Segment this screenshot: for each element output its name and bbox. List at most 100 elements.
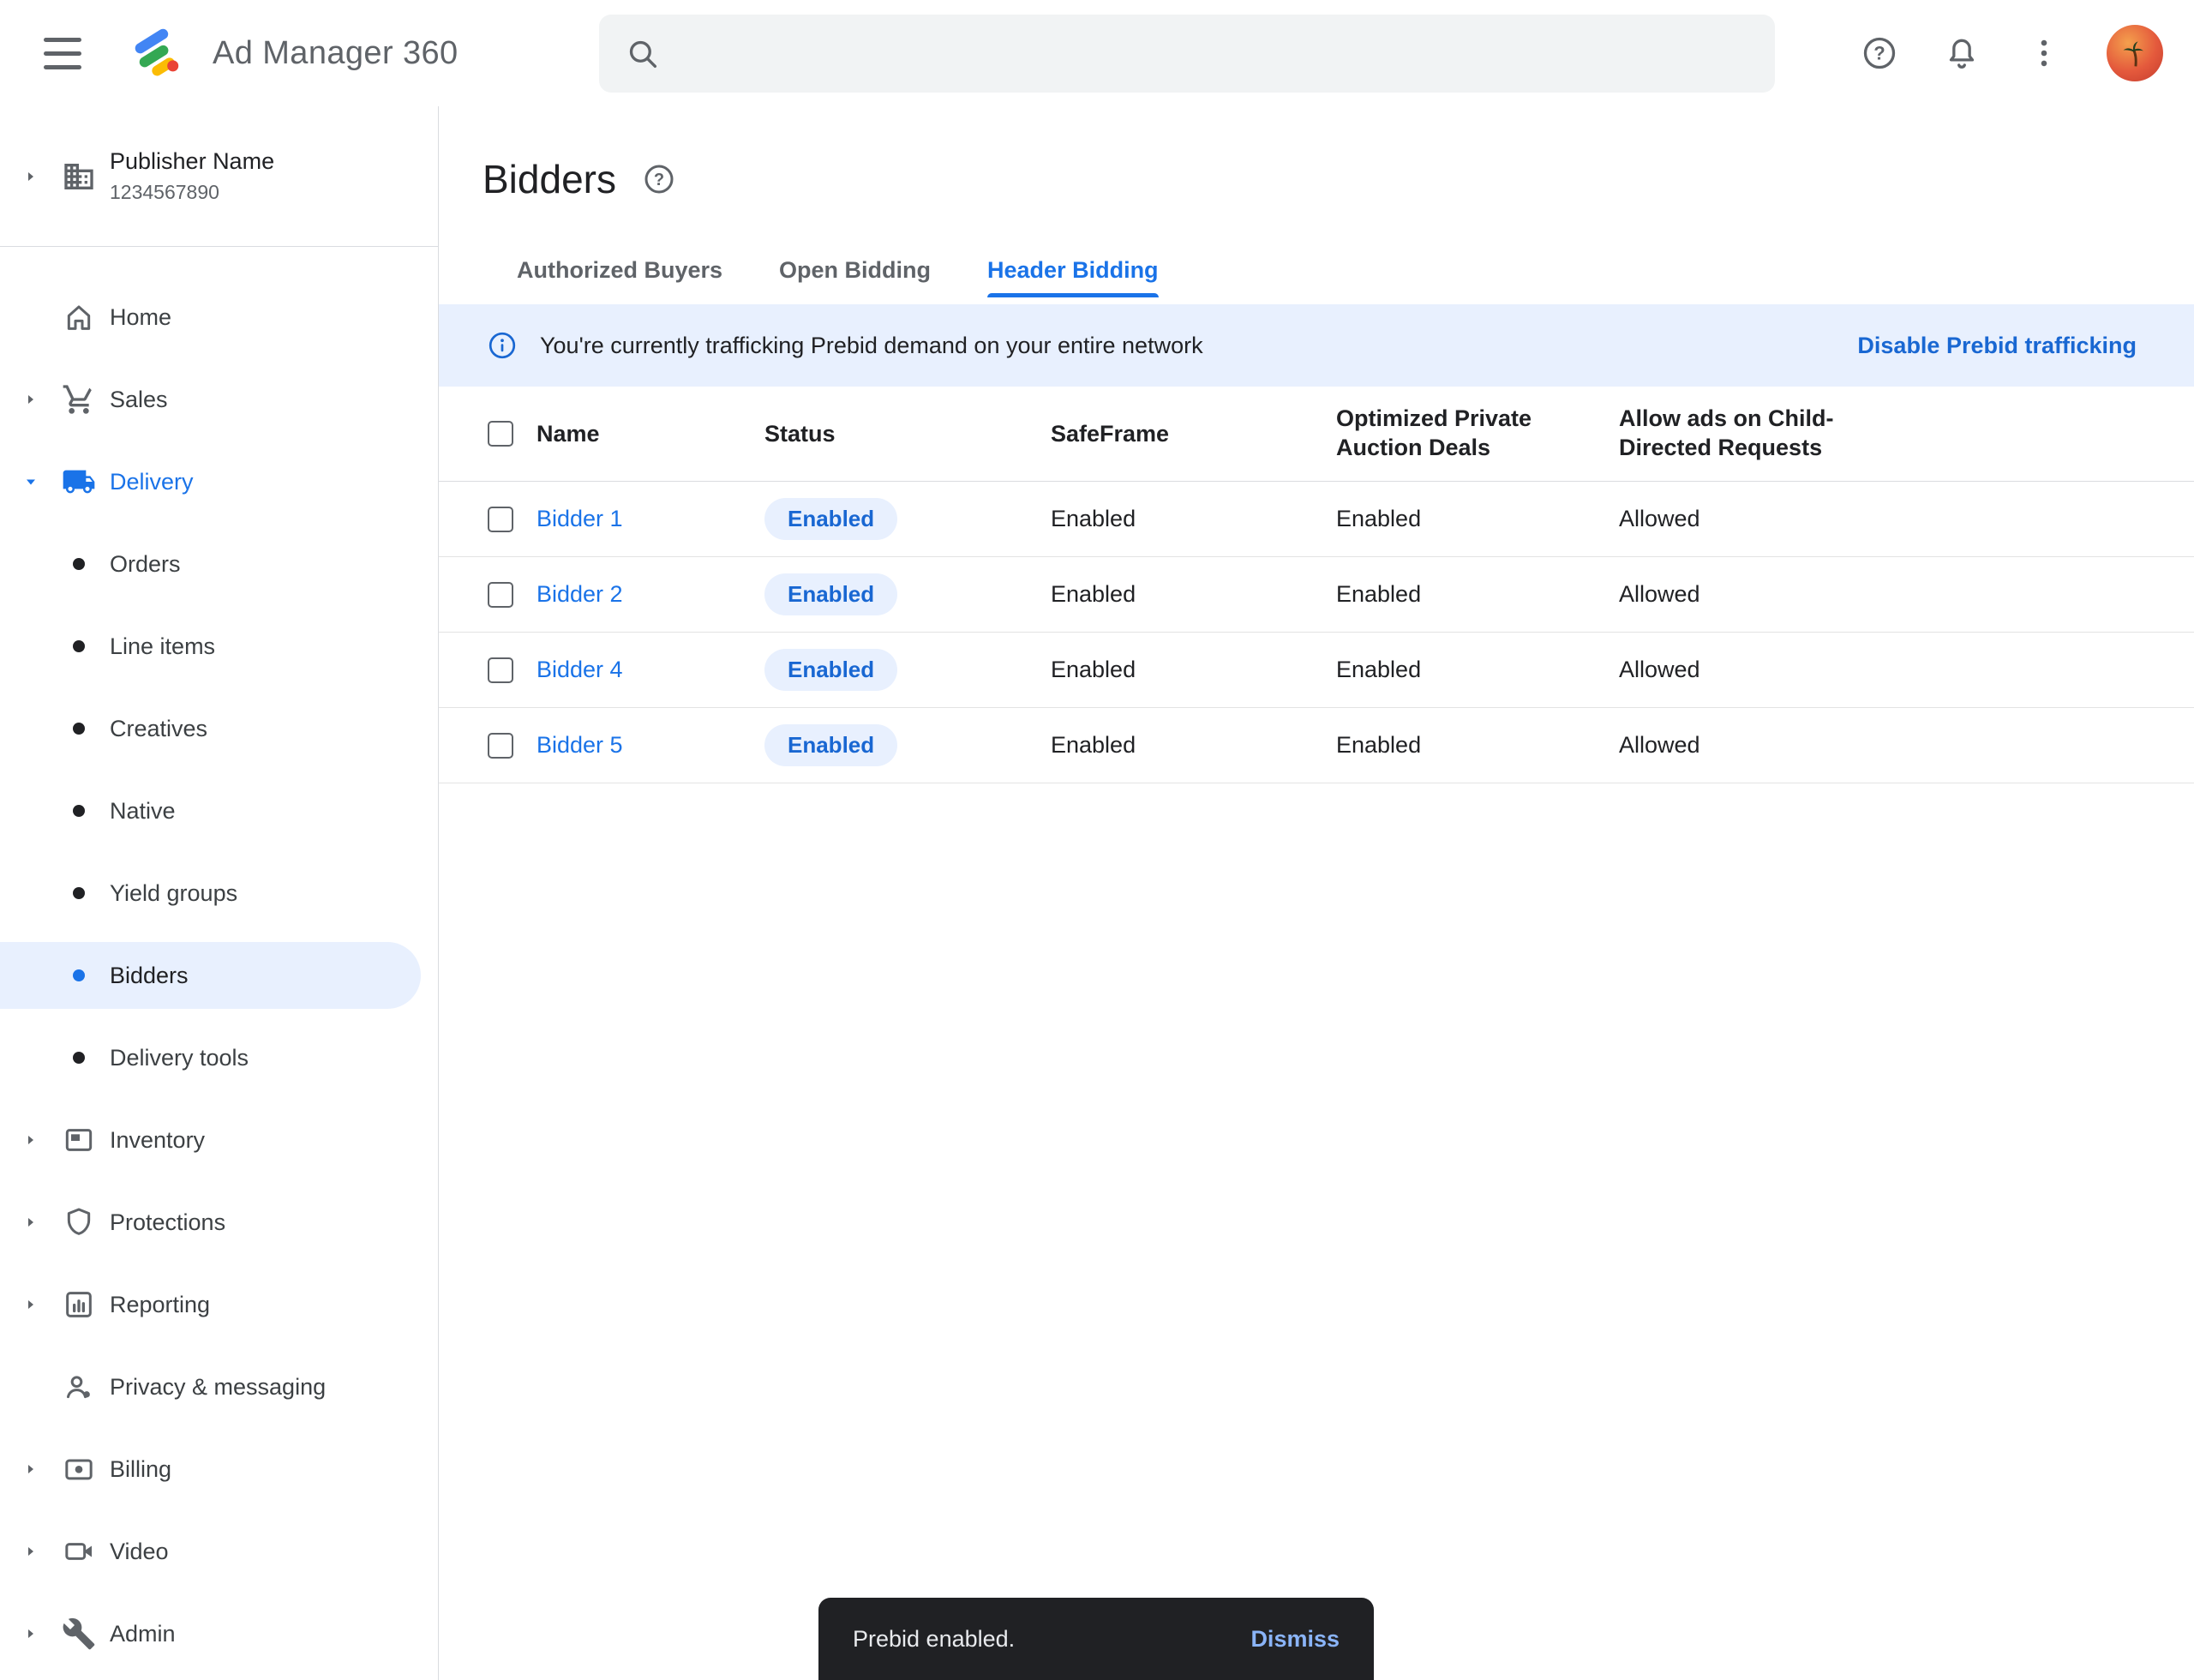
sidebar-item-sales[interactable]: Sales (0, 358, 438, 441)
column-header-child-directed: Allow ads on Child-Directed Requests (1619, 405, 1840, 463)
chevron-down-icon (21, 471, 41, 492)
disable-prebid-link[interactable]: Disable Prebid trafficking (1857, 333, 2137, 359)
sidebar-item-privacy-messaging[interactable]: Privacy & messaging (0, 1346, 438, 1428)
row-checkbox[interactable] (488, 657, 513, 683)
safeframe-value: Enabled (1051, 506, 1336, 532)
sidebar-item-home[interactable]: Home (0, 276, 438, 358)
table-row: Bidder 4 Enabled Enabled Enabled Allowed (439, 633, 2194, 708)
help-icon: ? (642, 162, 676, 196)
chevron-right-icon (21, 1541, 41, 1562)
snackbar: Prebid enabled. Dismiss (818, 1598, 1374, 1680)
table-row: Bidder 5 Enabled Enabled Enabled Allowed (439, 708, 2194, 783)
column-header-status: Status (764, 421, 1051, 447)
bidder-link[interactable]: Bidder 2 (537, 581, 623, 607)
building-icon (62, 159, 96, 194)
cart-icon (62, 382, 96, 417)
sidebar-item-billing[interactable]: Billing (0, 1428, 438, 1510)
child-directed-value: Allowed (1619, 506, 2194, 532)
safeframe-value: Enabled (1051, 657, 1336, 683)
sidebar-item-protections[interactable]: Protections (0, 1181, 438, 1263)
sidebar-item-line-items[interactable]: Line items (0, 605, 438, 687)
bullet-icon (73, 640, 85, 652)
child-directed-value: Allowed (1619, 581, 2194, 608)
publisher-name: Publisher Name (110, 148, 274, 175)
page-title: Bidders (483, 156, 616, 202)
sidebar-item-orders[interactable]: Orders (0, 523, 438, 605)
sidebar: Publisher Name 1234567890 Home Sales (0, 106, 439, 1680)
wrench-icon (62, 1617, 96, 1651)
sidebar-item-inventory[interactable]: Inventory (0, 1099, 438, 1181)
search-bar (599, 15, 1775, 93)
chevron-right-icon (21, 166, 41, 187)
home-icon (62, 300, 96, 334)
bullet-icon (73, 805, 85, 817)
bullet-icon (73, 887, 85, 899)
notifications-button[interactable] (1942, 33, 1981, 73)
bidder-link[interactable]: Bidder 5 (537, 732, 623, 758)
sidebar-item-admin[interactable]: Admin (0, 1593, 438, 1675)
row-checkbox[interactable] (488, 582, 513, 608)
chevron-right-icon (21, 1212, 41, 1233)
bidder-link[interactable]: Bidder 4 (537, 657, 623, 682)
table-header-row: Name Status SafeFrame Optimized Private … (439, 387, 2194, 482)
help-button[interactable]: ? (1860, 33, 1899, 73)
table-row: Bidder 1 Enabled Enabled Enabled Allowed (439, 482, 2194, 557)
app-title: Ad Manager 360 (213, 35, 459, 72)
opad-value: Enabled (1336, 657, 1619, 683)
inventory-icon (62, 1123, 96, 1157)
dismiss-button[interactable]: Dismiss (1250, 1626, 1340, 1653)
sidebar-item-delivery-tools[interactable]: Delivery tools (0, 1017, 438, 1099)
sidebar-item-video[interactable]: Video (0, 1510, 438, 1593)
more-options-button[interactable] (2024, 33, 2064, 73)
banner-message: You're currently trafficking Prebid dema… (540, 333, 1203, 359)
search-icon (625, 36, 661, 72)
tab-authorized-buyers[interactable]: Authorized Buyers (517, 257, 722, 297)
bullet-icon (73, 558, 85, 570)
chevron-right-icon (21, 1130, 41, 1150)
main-content: Bidders ? Authorized Buyers Open Bidding… (439, 106, 2194, 1680)
billing-icon (62, 1452, 96, 1486)
status-badge: Enabled (764, 498, 897, 540)
tab-header-bidding[interactable]: Header Bidding (987, 257, 1159, 297)
info-icon (487, 330, 518, 361)
page-help-button[interactable]: ? (642, 162, 676, 196)
hamburger-icon (44, 51, 81, 56)
chevron-right-icon (21, 1294, 41, 1315)
sidebar-item-yield-groups[interactable]: Yield groups (0, 852, 438, 934)
sidebar-item-bidders[interactable]: Bidders (0, 942, 421, 1009)
select-all-checkbox[interactable] (488, 421, 513, 447)
app-header: Ad Manager 360 ? (0, 0, 2194, 106)
ad-manager-logo-icon (129, 24, 187, 82)
bell-icon (1943, 34, 1981, 72)
person-icon (62, 1370, 96, 1404)
sidebar-menu: Home Sales Delivery Orders (0, 247, 438, 1675)
account-avatar[interactable] (2107, 25, 2163, 81)
column-header-name: Name (537, 421, 764, 447)
sidebar-item-reporting[interactable]: Reporting (0, 1263, 438, 1346)
column-header-opad: Optimized Private Auction Deals (1336, 405, 1557, 463)
svg-text:?: ? (1873, 43, 1885, 64)
svg-text:?: ? (654, 171, 664, 189)
sidebar-item-native[interactable]: Native (0, 770, 438, 852)
opad-value: Enabled (1336, 581, 1619, 608)
bidder-link[interactable]: Bidder 1 (537, 506, 623, 531)
snackbar-message: Prebid enabled. (853, 1626, 1015, 1653)
sidebar-item-delivery[interactable]: Delivery (0, 441, 438, 523)
hamburger-icon (44, 38, 81, 42)
child-directed-value: Allowed (1619, 732, 2194, 759)
hamburger-icon (44, 65, 81, 69)
opad-value: Enabled (1336, 732, 1619, 759)
status-badge: Enabled (764, 649, 897, 691)
row-checkbox[interactable] (488, 733, 513, 759)
publisher-selector[interactable]: Publisher Name 1234567890 (0, 106, 438, 247)
tab-open-bidding[interactable]: Open Bidding (779, 257, 931, 297)
chevron-right-icon (21, 1459, 41, 1479)
hamburger-menu-button[interactable] (33, 23, 93, 83)
search-input[interactable] (680, 40, 1749, 68)
palm-tree-icon (2115, 33, 2155, 73)
chevron-right-icon (21, 389, 41, 410)
sidebar-item-creatives[interactable]: Creatives (0, 687, 438, 770)
chevron-right-icon (21, 1623, 41, 1644)
more-vert-icon (2025, 34, 2063, 72)
row-checkbox[interactable] (488, 507, 513, 532)
